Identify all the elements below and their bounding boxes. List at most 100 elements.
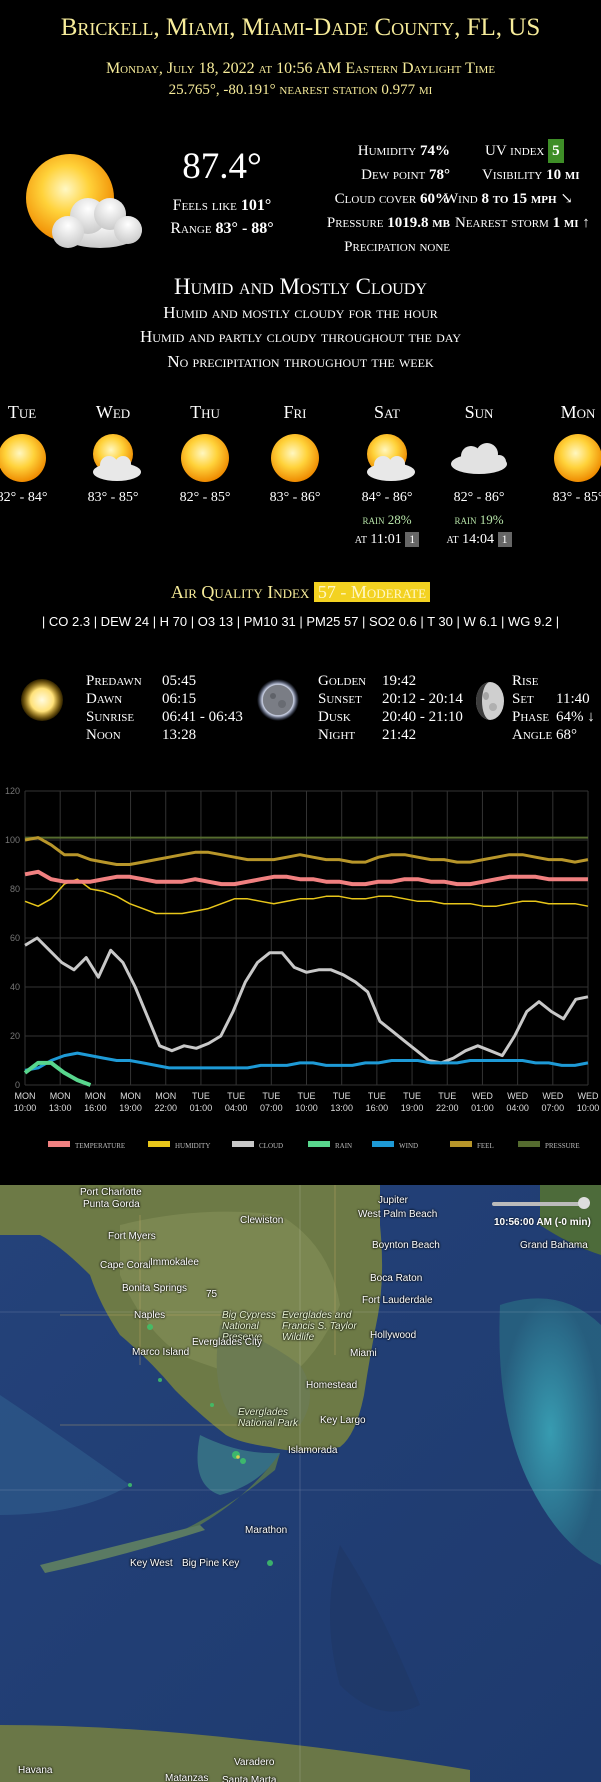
x-tick-day: TUE <box>298 1091 316 1101</box>
legend-label-cloud: cloud <box>259 1140 283 1151</box>
sun-partly-cloudy-icon <box>81 432 145 484</box>
forecast-range: 82° - 85° <box>179 490 231 505</box>
forecast-day-name: Wed <box>95 402 131 422</box>
sun-icon <box>20 678 64 722</box>
sunrise-time: 06:41 - 06:43 <box>162 709 243 725</box>
x-tick-day: MON <box>15 1091 36 1101</box>
forecast-range: 84° - 86° <box>361 490 413 505</box>
legend-swatch-pressure <box>518 1141 540 1147</box>
nearest-station-label: nearest station <box>279 82 378 98</box>
conditions-column-1: Humidity 74% Dew point 78° Cloud cover 6… <box>290 139 450 259</box>
forecast-rain-time: at 14:04 1 <box>429 532 529 548</box>
predawn-time: 05:45 <box>162 673 197 689</box>
predawn-label: Predawn <box>86 673 142 689</box>
x-tick-day: TUE <box>403 1091 421 1101</box>
nearest-storm: Nearest storm 1 mi ↑ <box>450 211 600 235</box>
map-place-label: Port Charlotte <box>80 1187 142 1198</box>
sun-partly-cloudy-icon <box>355 432 419 484</box>
moonrise-label: Rise <box>512 673 539 689</box>
forecast-day: Sun 82° - 86° rain 19% at 14:04 1 <box>429 402 529 548</box>
wind-direction-icon: ↘ <box>560 191 573 207</box>
moon-phase-label: Phase <box>512 709 550 725</box>
map-place-label: Fort Myers <box>108 1231 156 1242</box>
y-tick-label: 120 <box>5 786 20 796</box>
x-tick-time: 04:00 <box>506 1103 529 1113</box>
pressure-value: 1019.8 mb <box>387 215 450 231</box>
legend-swatch-cloud <box>232 1141 254 1147</box>
legend-label-rain: rain <box>335 1140 352 1151</box>
legend-swatch-feel <box>450 1141 472 1147</box>
moon-angle-label: Angle <box>512 727 553 743</box>
map-place-label: Naples <box>134 1310 166 1321</box>
forecast-range: 83° - 85° <box>552 490 601 505</box>
dawn-time: 06:15 <box>162 691 197 707</box>
x-tick-time: 22:00 <box>436 1103 459 1113</box>
x-tick-time: 10:00 <box>295 1103 318 1113</box>
time-slider-handle[interactable] <box>578 1197 590 1209</box>
y-tick-label: 60 <box>10 933 20 943</box>
sunset-label: Sunset <box>318 691 362 707</box>
map-place-label: Homestead <box>306 1380 358 1391</box>
map-background <box>0 1185 601 1782</box>
date-time: Monday, July 18, 2022 at 10:56 AM Easter… <box>105 60 496 77</box>
feels-like-label: Feels like <box>172 197 237 214</box>
map-place-label: Immokalee <box>150 1257 199 1268</box>
forecast-day-name: Mon <box>560 402 596 422</box>
night-label: Night <box>318 727 356 743</box>
moon-times: Rise Set 11:40 Phase 64% ↓ Angle 68° <box>512 672 595 744</box>
visibility-value: 10 mi <box>546 167 580 183</box>
x-tick-time: 16:00 <box>84 1103 107 1113</box>
map-place-label: West Palm Beach <box>358 1209 438 1220</box>
legend-swatch-wind <box>372 1141 394 1147</box>
x-tick-time: 19:00 <box>119 1103 142 1113</box>
current-temperature: 87.4° <box>182 146 262 187</box>
x-tick-day: MON <box>50 1091 71 1101</box>
x-tick-time: 10:00 <box>14 1103 37 1113</box>
x-tick-time: 22:00 <box>154 1103 177 1113</box>
aqi-value-badge: 57 - Moderate <box>313 582 431 602</box>
moon-phase-value: 64% ↓ <box>556 709 595 725</box>
storm-direction-icon: ↑ <box>582 215 590 231</box>
x-tick-day: TUE <box>227 1091 245 1101</box>
x-tick-day: MON <box>120 1091 141 1101</box>
y-tick-label: 80 <box>10 884 20 894</box>
map-place-label: 75 <box>206 1289 218 1300</box>
night-time: 21:42 <box>382 727 417 743</box>
forecast-day: Wed 83° - 85° <box>63 402 163 506</box>
forecast-day-name: Sun <box>464 402 494 422</box>
sun-icon <box>546 432 601 484</box>
legend-swatch-rain <box>308 1141 330 1147</box>
sun-icon <box>0 432 54 484</box>
summary-hour: Humid and mostly cloudy for the hour <box>163 303 438 322</box>
forecast-day-name: Thu <box>190 402 220 422</box>
map-place-label: Boca Raton <box>370 1273 423 1284</box>
map-place-label: Fort Lauderdale <box>362 1295 433 1306</box>
x-tick-time: 10:00 <box>577 1103 600 1113</box>
forecast-day-name: Sat <box>374 402 400 422</box>
golden-time: 19:42 <box>382 673 417 689</box>
series-rain-line <box>23 1060 92 1087</box>
x-tick-time: 01:00 <box>190 1103 213 1113</box>
wind: Wind 8 to 15 mph ↘ <box>444 187 600 211</box>
pollutant-readings: | CO 2.3 | DEW 24 | H 70 | O3 13 | PM10 … <box>41 614 560 629</box>
map-place-label: Jupiter <box>378 1195 409 1206</box>
golden-label: Golden <box>318 673 367 689</box>
feels-like-value: 101° <box>240 197 272 214</box>
sun-icon <box>173 432 237 484</box>
map-place-label: Islamorada <box>288 1445 338 1456</box>
precipitation-value: none <box>419 239 450 255</box>
moonset-label: Set <box>512 691 534 707</box>
forecast-day-name: Tue <box>7 402 37 422</box>
uv-label: UV index <box>485 143 545 159</box>
radar-map[interactable]: 10:56:00 AM (-0 min) Port Charlotte Punta… <box>0 1185 601 1782</box>
map-place-label: Varadero <box>234 1757 275 1768</box>
time-slider-track[interactable] <box>492 1202 584 1206</box>
forecast-range: 83° - 86° <box>269 490 321 505</box>
x-tick-day: MON <box>85 1091 106 1101</box>
x-tick-day: WED <box>507 1091 528 1101</box>
map-place-label: Everglades City <box>192 1337 263 1348</box>
x-tick-time: 13:00 <box>330 1103 353 1113</box>
noon-time: 13:28 <box>162 727 197 743</box>
air-quality: Air Quality Index 57 - Moderate <box>0 582 601 603</box>
hourly-chart: 0 20 40 60 80 100 120 MON 10:00 MON 13:00 MON 16:00 M… <box>5 786 600 1151</box>
